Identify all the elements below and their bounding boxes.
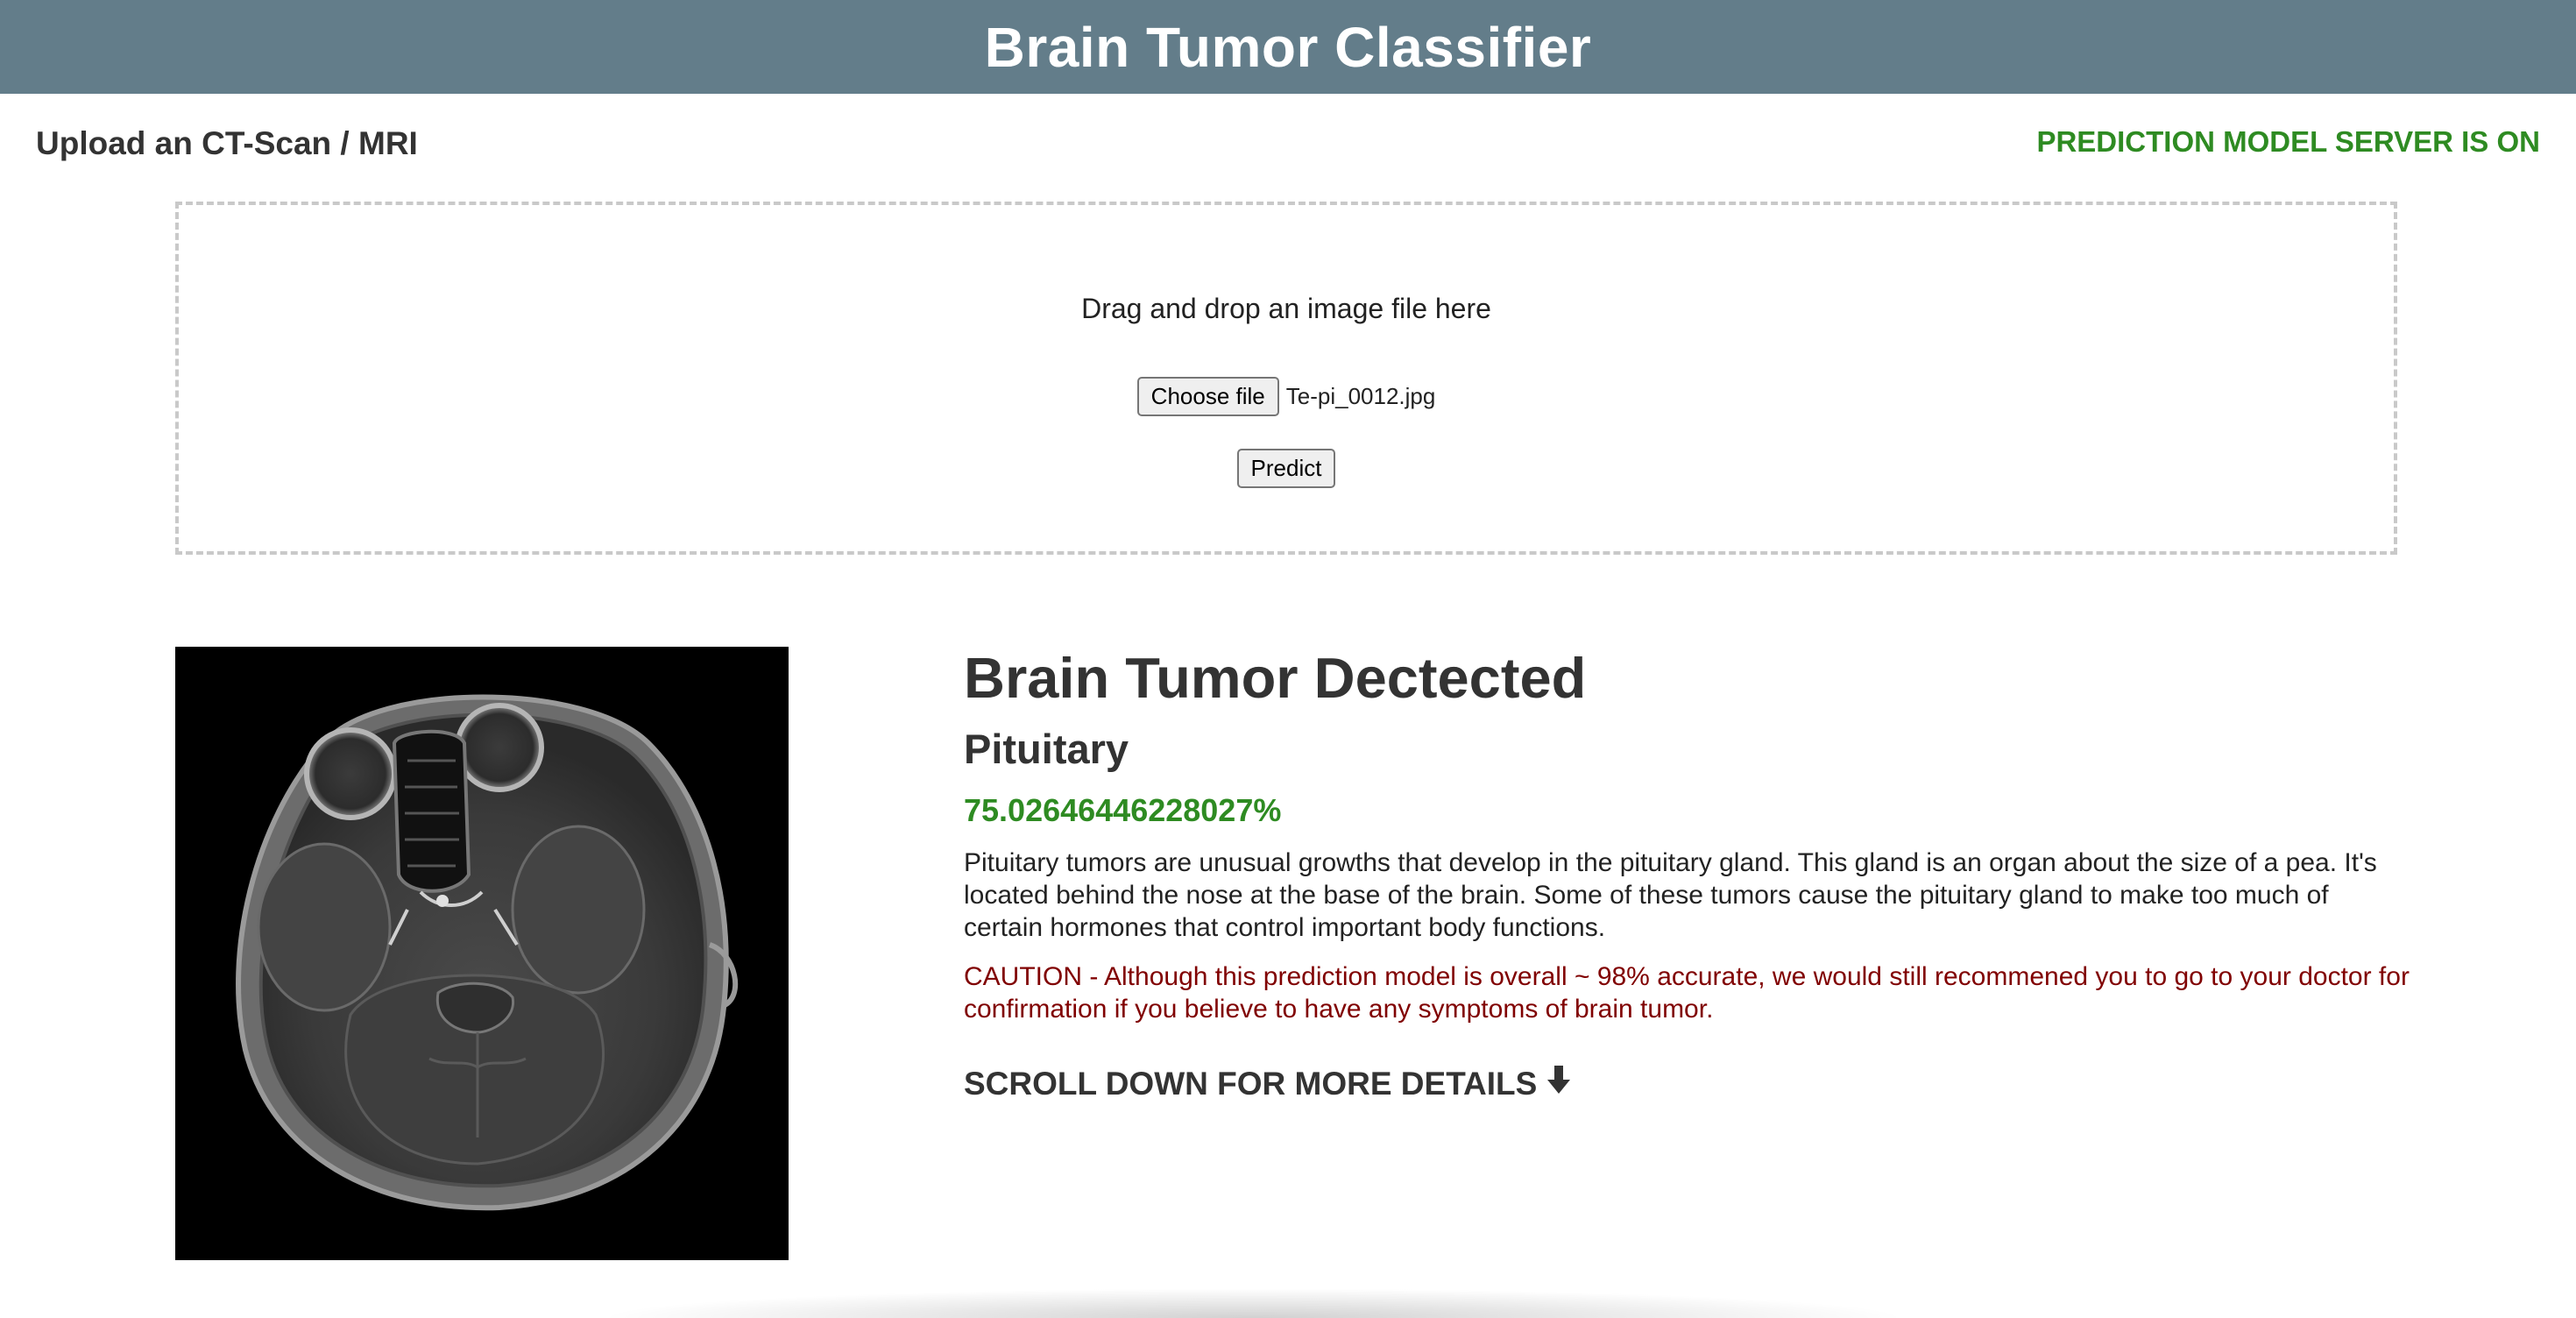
server-status-badge: PREDICTION MODEL SERVER IS ON (2036, 125, 2540, 158)
tumor-class-label: Pituitary (964, 726, 1129, 772)
selected-file-name: Te-pi_0012.jpg (1285, 383, 1436, 410)
scroll-hint: SCROLL DOWN FOR MORE DETAILS (964, 1064, 2523, 1103)
predict-button[interactable]: Predict (1236, 449, 1336, 489)
app-title: Brain Tumor Classifier (984, 15, 1592, 79)
scroll-hint-label: SCROLL DOWN FOR MORE DETAILS (964, 1065, 1538, 1102)
file-dropzone[interactable]: Drag and drop an image file here Choose … (175, 202, 2397, 555)
mri-scan-illustration (175, 647, 789, 1260)
file-input[interactable]: Choose file Te-pi_0012.jpg (179, 377, 2394, 417)
bottom-shadow (596, 1288, 1910, 1318)
tumor-description: Pituitary tumors are unusual growths tha… (964, 848, 2377, 942)
app-header: Brain Tumor Classifier (0, 0, 2576, 94)
choose-file-button[interactable]: Choose file (1136, 377, 1279, 417)
uploaded-scan-image (175, 647, 789, 1260)
dropzone-instructions: Drag and drop an image file here (1081, 293, 1491, 324)
result-title: Brain Tumor Dectected (964, 646, 1587, 710)
down-arrow-icon (1546, 1064, 1572, 1103)
confidence-value: 75.02646446228027% (964, 792, 1282, 828)
caution-note: CAUTION - Although this prediction model… (964, 962, 2410, 1024)
prediction-result: Brain Tumor Dectected Pituitary 75.02646… (964, 647, 2523, 1103)
upload-heading: Upload an CT-Scan / MRI (36, 125, 418, 161)
